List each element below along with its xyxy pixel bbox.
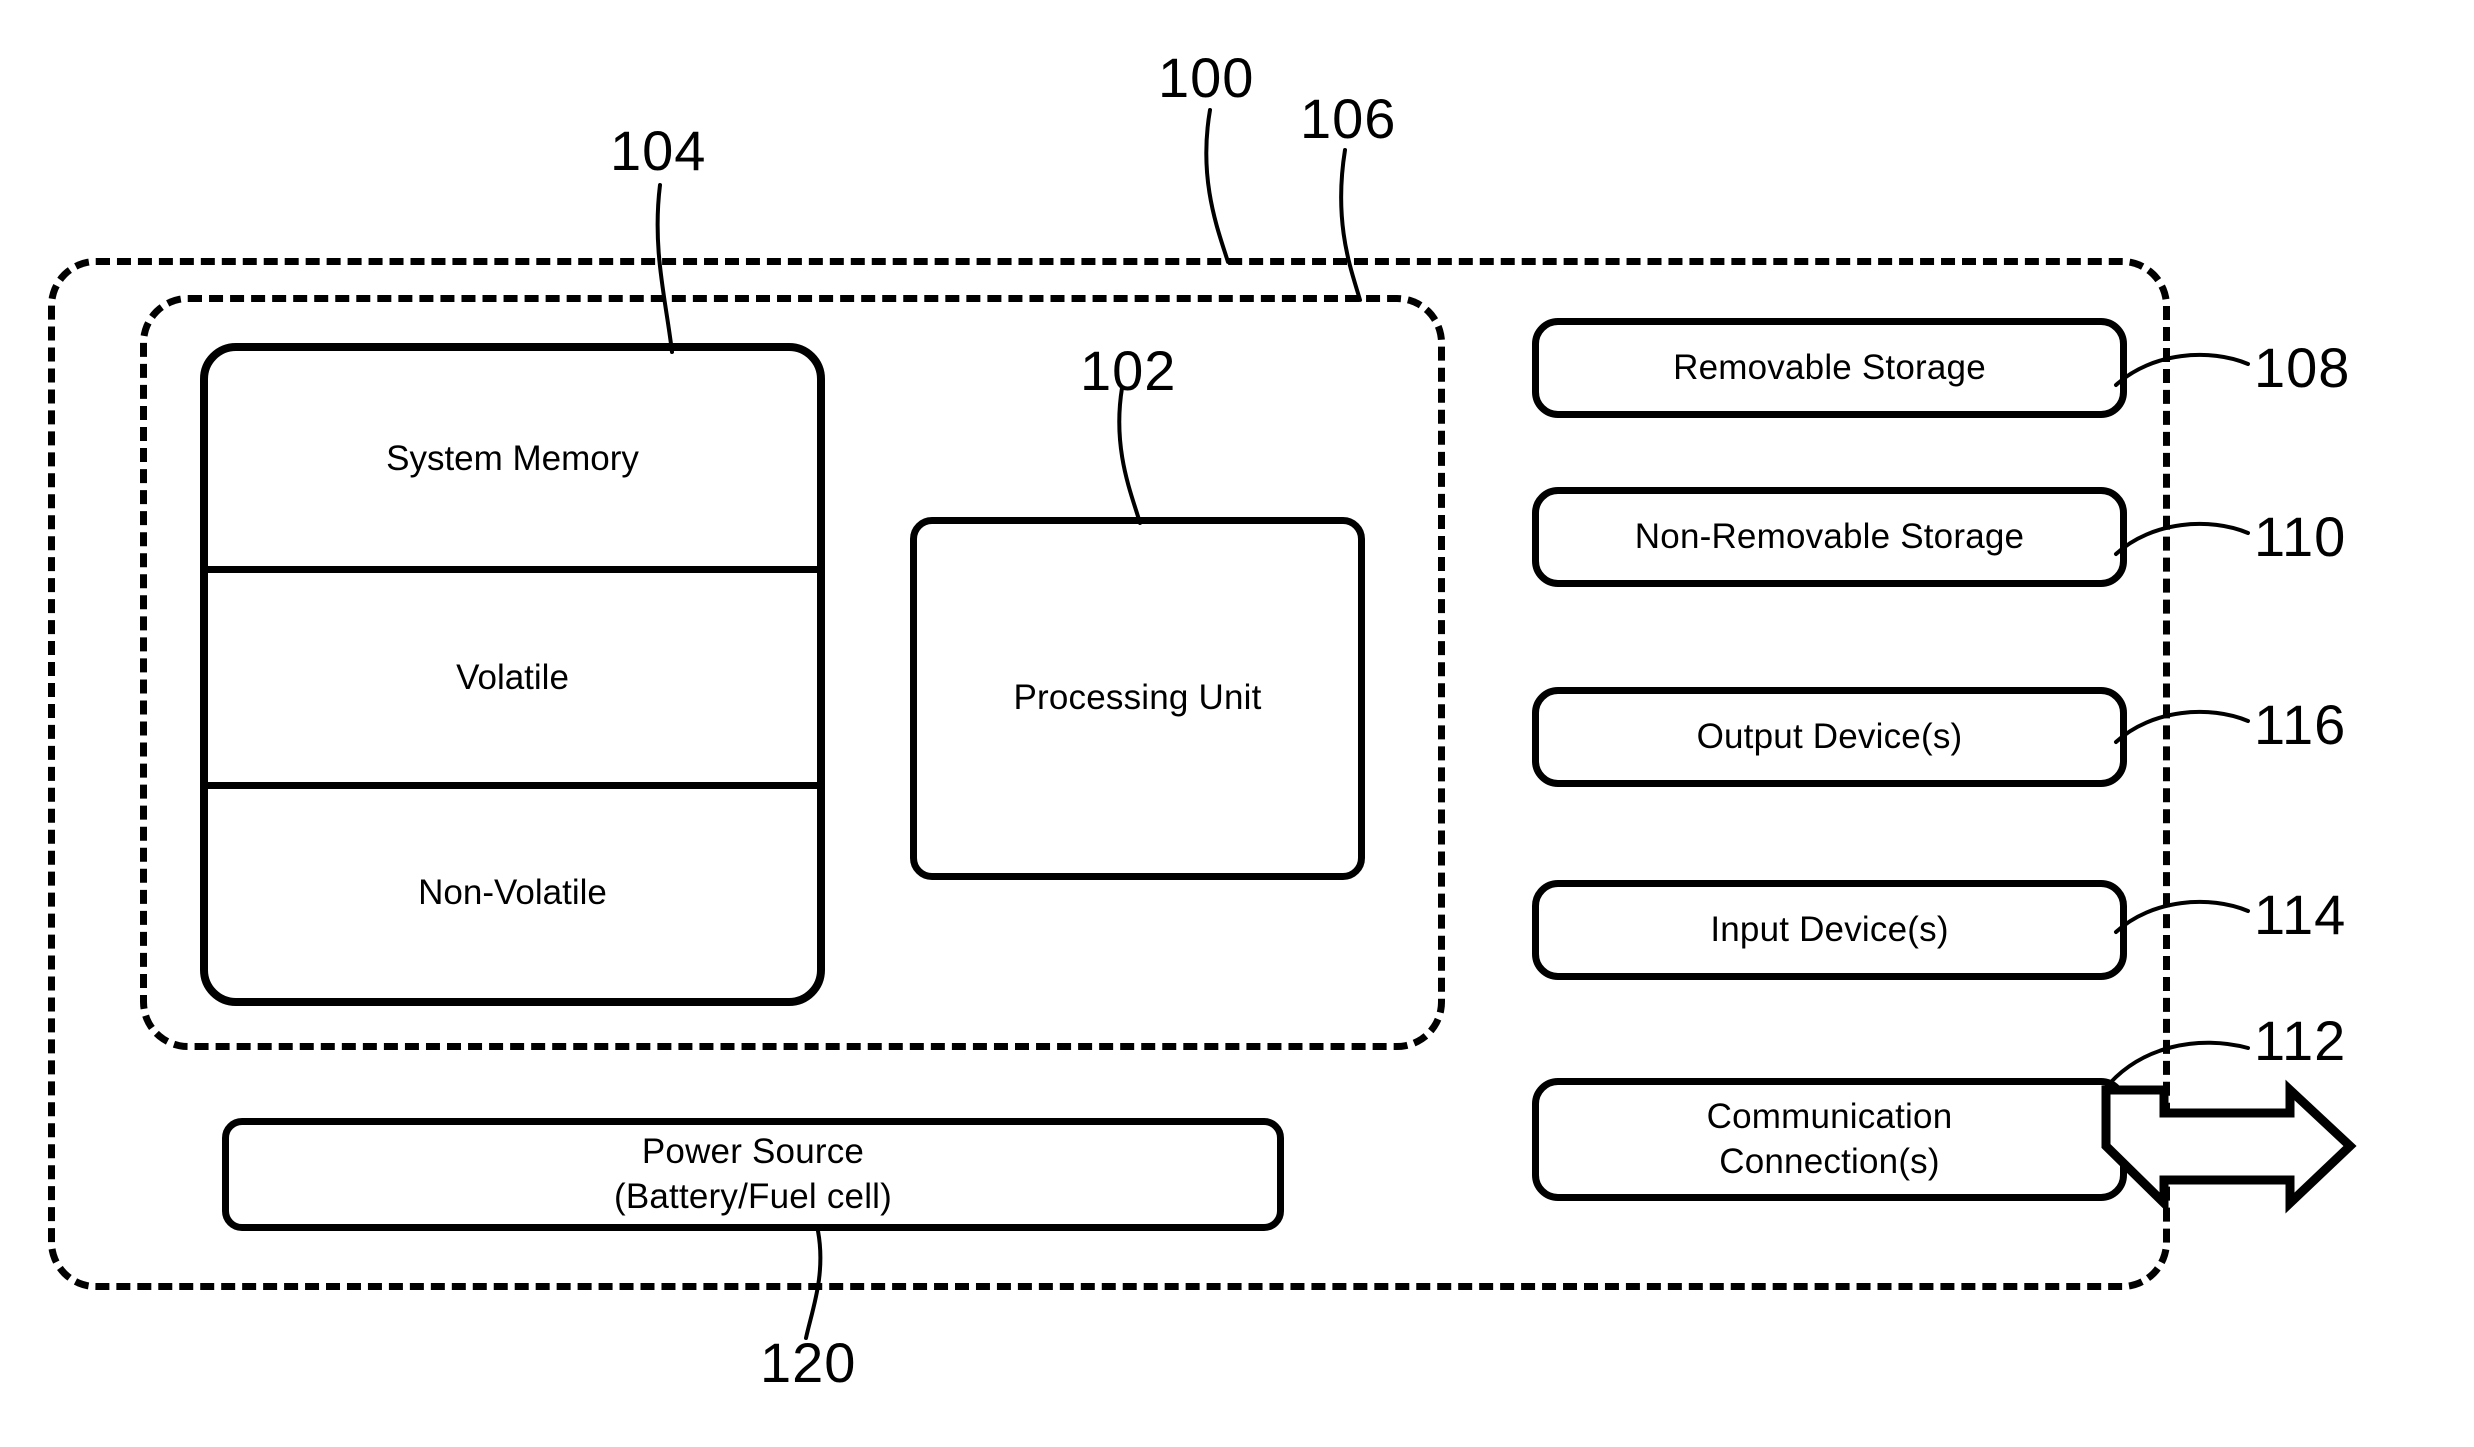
volatile-memory-cell: Volatile (208, 566, 817, 781)
system-memory-label: System Memory (386, 438, 639, 478)
ref-numeral-114: 114 (2254, 883, 2347, 946)
system-memory-block[interactable]: System Memory Volatile Non-Volatile (200, 343, 825, 1006)
input-devices-box[interactable]: Input Device(s) (1532, 880, 2127, 980)
removable-storage-box[interactable]: Removable Storage (1532, 318, 2127, 418)
ref-numeral-100: 100 (1158, 46, 1255, 109)
non-volatile-memory-cell: Non-Volatile (208, 781, 817, 998)
volatile-label: Volatile (456, 657, 569, 697)
non-volatile-label: Non-Volatile (418, 873, 607, 913)
output-devices-label: Output Device(s) (1696, 716, 1963, 756)
communication-connections-label: Communication Connection(s) (1706, 1096, 1953, 1181)
power-source-label: Power Source (Battery/Fuel cell) (613, 1131, 893, 1216)
processing-unit-box[interactable]: Processing Unit (910, 517, 1365, 880)
ref-numeral-120: 120 (760, 1331, 857, 1394)
input-devices-label: Input Device(s) (1710, 909, 1949, 949)
figure-canvas: System Memory Volatile Non-Volatile Proc… (0, 0, 2474, 1447)
ref-numeral-104: 104 (610, 119, 707, 182)
ref-numeral-102: 102 (1080, 339, 1177, 402)
ref-numeral-108: 108 (2254, 336, 2351, 399)
processing-unit-label: Processing Unit (1013, 678, 1262, 718)
leader-line-100 (1204, 108, 1230, 264)
ref-numeral-106: 106 (1300, 87, 1397, 150)
non-removable-storage-box[interactable]: Non-Removable Storage (1532, 487, 2127, 587)
output-devices-box[interactable]: Output Device(s) (1532, 687, 2127, 787)
ref-numeral-110: 110 (2254, 505, 2347, 568)
communication-connections-box[interactable]: Communication Connection(s) (1532, 1078, 2127, 1201)
power-source-box[interactable]: Power Source (Battery/Fuel cell) (222, 1118, 1284, 1231)
system-memory-header-cell: System Memory (208, 351, 817, 566)
ref-numeral-112: 112 (2254, 1009, 2347, 1072)
non-removable-storage-label: Non-Removable Storage (1634, 516, 2025, 556)
removable-storage-label: Removable Storage (1673, 347, 1986, 387)
ref-numeral-116: 116 (2254, 693, 2347, 756)
